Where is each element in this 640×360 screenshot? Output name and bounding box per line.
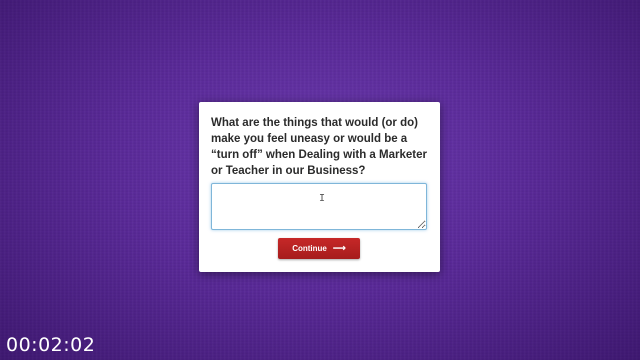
- answer-textarea[interactable]: [211, 183, 427, 230]
- elapsed-timer: 00:02:02: [6, 334, 96, 356]
- continue-button-label: Continue: [292, 244, 327, 253]
- question-text: What are the things that would (or do) m…: [211, 117, 427, 177]
- survey-card: What are the things that would (or do) m…: [199, 102, 440, 272]
- right-arrow-icon: ⟶: [332, 243, 346, 253]
- continue-button[interactable]: Continue ⟶: [278, 238, 360, 259]
